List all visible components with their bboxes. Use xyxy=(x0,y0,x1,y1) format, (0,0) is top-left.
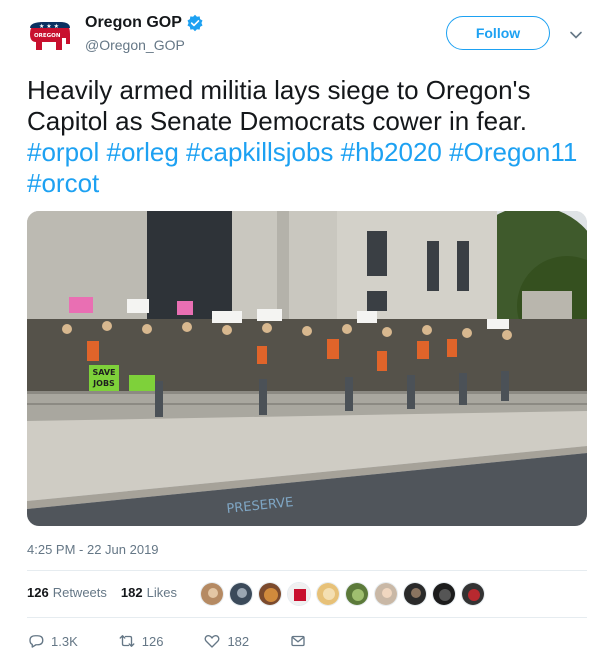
hashtag-link[interactable]: #Oregon11 xyxy=(449,137,577,167)
like-button[interactable]: 182 xyxy=(203,632,249,650)
retweets-count: 126 xyxy=(27,585,49,600)
like-count: 182 xyxy=(227,633,250,649)
author-name-text: Oregon GOP xyxy=(85,14,182,31)
author-name[interactable]: Oregon GOP xyxy=(85,14,204,32)
hashtag-link[interactable]: #orpol xyxy=(27,137,99,167)
author-handle[interactable]: @Oregon_GOP xyxy=(85,37,185,53)
liker-avatars xyxy=(200,582,485,606)
liker-avatar[interactable] xyxy=(374,582,398,606)
retweet-icon xyxy=(119,635,135,647)
tweet-actions: 1.3K 126 182 xyxy=(27,632,347,650)
liker-avatar[interactable] xyxy=(432,582,456,606)
hashtag-link[interactable]: #capkillsjobs xyxy=(186,137,333,167)
hashtag-link[interactable]: #orcot xyxy=(27,168,99,198)
retweet-button[interactable]: 126 xyxy=(118,632,164,650)
liker-avatar[interactable] xyxy=(403,582,427,606)
svg-text:★ ★ ★: ★ ★ ★ xyxy=(39,23,59,30)
liker-avatar[interactable] xyxy=(229,582,253,606)
reply-icon xyxy=(29,635,44,648)
divider xyxy=(27,617,587,618)
sign-text-save: SAVE xyxy=(92,368,115,377)
retweets-label: Retweets xyxy=(52,585,107,600)
likes-stat[interactable]: 182 Likes xyxy=(121,585,177,600)
tweet-text: Heavily armed militia lays siege to Oreg… xyxy=(27,75,592,199)
retweet-count: 126 xyxy=(141,633,164,649)
direct-message-button[interactable] xyxy=(289,632,307,650)
liker-avatar[interactable] xyxy=(461,582,485,606)
likes-label: Likes xyxy=(146,585,177,600)
author-avatar[interactable]: ★ ★ ★ OREGON xyxy=(26,14,74,62)
heart-icon xyxy=(204,635,220,648)
engagement-stats: 126 Retweets 182 Likes xyxy=(27,585,191,600)
liker-avatar[interactable] xyxy=(316,582,340,606)
liker-avatar[interactable] xyxy=(200,582,224,606)
likes-count: 182 xyxy=(120,585,143,600)
tweet-photo[interactable]: SAVE JOBS PRESERVE xyxy=(27,211,587,526)
follow-button[interactable]: Follow xyxy=(446,16,550,50)
chevron-down-icon[interactable] xyxy=(569,28,583,42)
envelope-icon xyxy=(291,635,305,647)
divider xyxy=(27,570,587,571)
reply-count: 1.3K xyxy=(51,633,78,649)
hashtag-link[interactable]: #orleg xyxy=(107,137,179,167)
retweets-stat[interactable]: 126 Retweets xyxy=(27,585,107,600)
liker-avatar[interactable] xyxy=(258,582,282,606)
verified-badge-icon xyxy=(187,14,203,32)
avatar-label: OREGON xyxy=(34,33,61,39)
hashtag-link[interactable]: #hb2020 xyxy=(341,137,442,167)
tweet-timestamp[interactable]: 4:25 PM - 22 Jun 2019 xyxy=(27,542,159,557)
tweet-body: Heavily armed militia lays siege to Oreg… xyxy=(27,75,531,136)
reply-button[interactable]: 1.3K xyxy=(27,632,78,650)
sign-text-jobs: JOBS xyxy=(92,379,115,388)
liker-avatar[interactable] xyxy=(345,582,369,606)
liker-avatar[interactable] xyxy=(287,582,311,606)
